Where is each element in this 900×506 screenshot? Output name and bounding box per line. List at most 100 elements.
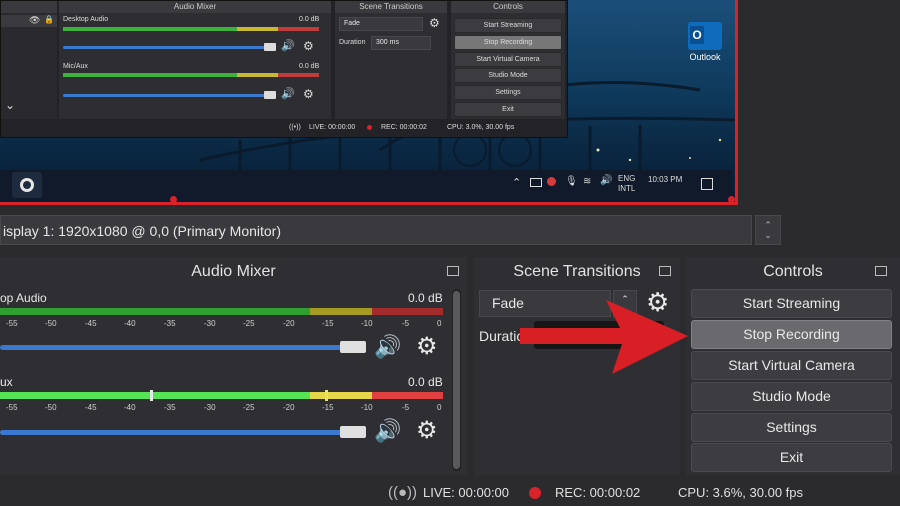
preview-canvas[interactable]: O Outlook 👁 🔒 ⌄ Audio Mixer Desktop Audi…	[0, 0, 738, 205]
nested-mic-db: 0.0 dB	[299, 63, 320, 70]
channel2-ticks: -55 -50 -45 -40 -35 -30 -25 -20 -15 -10 …	[0, 403, 448, 415]
controls-float-icon[interactable]	[875, 266, 887, 276]
tick-label: -30	[204, 319, 216, 328]
tick-label: -30	[204, 403, 216, 412]
wifi-icon[interactable]: ≋	[583, 176, 591, 187]
tick-label: -20	[283, 319, 295, 328]
display-source-select[interactable]: isplay 1: 1920x1080 @ 0,0 (Primary Monit…	[0, 215, 752, 245]
nested-scene-transitions: Scene Transitions Fade ⚙ Duration 300 ms	[335, 1, 447, 119]
tick-label: -5	[402, 403, 410, 412]
chevron-down-icon[interactable]: ⌄	[5, 98, 15, 112]
audio-mixer-title: Audio Mixer	[191, 263, 276, 280]
outlook-icon[interactable]: O	[688, 22, 722, 50]
nested-audio-mixer: Audio Mixer Desktop Audio 0.0 dB 🔊 ⚙ Mic…	[59, 1, 331, 119]
tray-chevron-up-icon[interactable]: ⌃	[512, 176, 521, 189]
tick-label: -5	[402, 319, 410, 328]
nested-mic-meter	[63, 73, 319, 77]
nested-obs-window: 👁 🔒 ⌄ Audio Mixer Desktop Audio 0.0 dB 🔊…	[0, 0, 568, 138]
channel2-volume-slider[interactable]	[0, 430, 345, 435]
exit-button[interactable]: Exit	[691, 443, 892, 472]
notification-icon[interactable]	[701, 178, 713, 190]
audio-mixer-float-icon[interactable]	[447, 266, 459, 276]
scene-transitions-float-icon[interactable]	[659, 266, 671, 276]
channel2-meter	[0, 392, 443, 399]
tick-label: -10	[361, 319, 373, 328]
channel2-speaker-icon[interactable]: 🔊	[374, 418, 401, 444]
nested-transition-select[interactable]: Fade	[339, 17, 423, 31]
nested-rec-dot-icon	[367, 125, 372, 130]
live-broadcast-icon: ((●))	[388, 484, 418, 501]
channel1-volume-slider[interactable]	[0, 345, 345, 350]
tick-label: -50	[45, 403, 57, 412]
channel2-db: 0.0 dB	[408, 375, 443, 389]
nested-sources-panel: 👁 🔒 ⌄	[1, 1, 57, 119]
nested-controls: Controls Start Streaming Stop Recording …	[451, 1, 565, 119]
nested-speaker-icon[interactable]: 🔊	[281, 39, 295, 52]
battery-icon[interactable]	[530, 178, 542, 187]
captured-taskbar: ⌃ 🎙 ≋ 🔊 ENG INTL 10:03 PM	[0, 170, 732, 200]
start-streaming-button[interactable]: Start Streaming	[691, 289, 892, 318]
eye-icon[interactable]: 👁	[29, 15, 40, 26]
lock-icon[interactable]: 🔒	[44, 15, 54, 24]
transform-handle-bottom[interactable]	[170, 196, 177, 202]
rec-status: REC: 00:00:02	[555, 485, 641, 500]
scene-transitions-title: Scene Transitions	[513, 263, 641, 280]
channel1-label: op Audio	[0, 291, 47, 305]
live-status: LIVE: 00:00:00	[423, 485, 510, 500]
nested-duration-input[interactable]: 300 ms	[371, 36, 431, 50]
nested-cpu-text: CPU: 3.0%, 30.00 fps	[447, 124, 515, 131]
nested-mic-gear-icon[interactable]: ⚙	[303, 87, 314, 101]
tick-label: -15	[322, 319, 334, 328]
obs-taskbar-icon[interactable]	[12, 172, 42, 198]
nested-scene-transitions-title: Scene Transitions	[335, 1, 447, 13]
language-top: ENG	[618, 174, 636, 183]
nested-settings-button[interactable]: Settings	[454, 85, 562, 100]
audio-mixer-dock: Audio Mixer op Audio 0.0 dB -55 -50 -45 …	[0, 257, 467, 475]
nested-desktop-audio-label: Desktop Audio	[63, 16, 109, 23]
nested-stop-recording-button[interactable]: Stop Recording	[454, 35, 562, 50]
nested-exit-button[interactable]: Exit	[454, 102, 562, 117]
settings-button[interactable]: Settings	[691, 413, 892, 442]
tick-label: -40	[124, 319, 136, 328]
nested-studio-mode-button[interactable]: Studio Mode	[454, 68, 562, 83]
nested-mic-speaker-icon[interactable]: 🔊	[281, 87, 295, 100]
nested-desktop-audio-meter	[63, 27, 319, 31]
nested-status-bar: ((•)) LIVE: 00:00:00 REC: 00:00:02 CPU: …	[1, 120, 567, 136]
nested-start-streaming-button[interactable]: Start Streaming	[454, 18, 562, 33]
channel1-meter	[0, 308, 443, 315]
language-bottom: INTL	[618, 184, 636, 193]
tick-label: -55	[6, 403, 18, 412]
nested-start-virtual-camera-button[interactable]: Start Virtual Camera	[454, 52, 562, 67]
channel1-volume-thumb[interactable]	[340, 341, 366, 353]
channel2-gear-icon[interactable]: ⚙	[416, 416, 438, 445]
studio-mode-button[interactable]: Studio Mode	[691, 382, 892, 411]
language-indicator[interactable]: ENG INTL	[618, 174, 635, 194]
nested-desktop-audio-db: 0.0 dB	[299, 16, 320, 23]
rec-dot-icon	[529, 487, 541, 499]
nested-mic-label: Mic/Aux	[63, 63, 88, 70]
nested-mic-volume-slider[interactable]	[63, 94, 273, 97]
nested-desktop-volume-slider[interactable]	[63, 46, 273, 49]
nested-rec-text: REC: 00:00:02	[381, 124, 427, 131]
nested-desktop-volume-thumb[interactable]	[264, 43, 276, 51]
duration-label: Duratio	[479, 328, 525, 344]
outlook-label: Outlook	[689, 52, 721, 62]
taskbar-clock[interactable]: 10:03 PM	[648, 175, 682, 184]
nested-mic-volume-thumb[interactable]	[264, 91, 276, 99]
nested-transition-gear-icon[interactable]: ⚙	[429, 16, 440, 30]
tick-label: -40	[124, 403, 136, 412]
volume-icon[interactable]: 🔊	[600, 175, 612, 186]
nested-gear-icon[interactable]: ⚙	[303, 39, 314, 53]
audio-mixer-scrollbar[interactable]	[452, 289, 461, 471]
transform-handle-corner[interactable]	[728, 196, 735, 202]
channel1-speaker-icon[interactable]: 🔊	[374, 334, 401, 360]
channel2-volume-thumb[interactable]	[340, 426, 366, 438]
recording-tray-icon[interactable]	[547, 177, 556, 186]
nested-live-icon: ((•))	[289, 124, 301, 131]
nested-duration-label: Duration	[339, 39, 366, 46]
display-spin-button[interactable]: ⌃ ⌄	[755, 215, 781, 245]
microphone-icon[interactable]: 🎙	[565, 176, 578, 187]
channel1-gear-icon[interactable]: ⚙	[416, 332, 438, 361]
start-virtual-camera-button[interactable]: Start Virtual Camera	[691, 351, 892, 380]
stop-recording-button[interactable]: Stop Recording	[691, 320, 892, 349]
